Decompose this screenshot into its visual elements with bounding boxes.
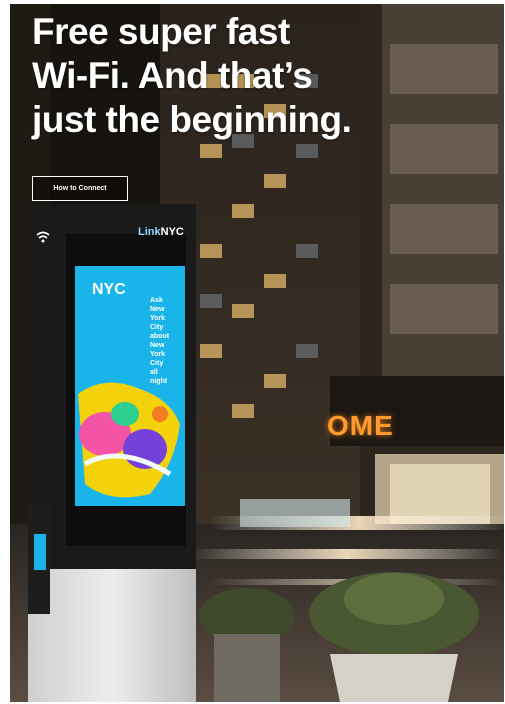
kiosk-brand-suffix: NYC: [160, 226, 184, 238]
hero-banner: Free super fast Wi-Fi. And that’s just t…: [10, 4, 504, 702]
headline-line-3: just the beginning.: [32, 99, 352, 140]
screen-line: City: [150, 360, 164, 367]
storefront-neon-sign: OME: [327, 410, 394, 441]
how-to-connect-button[interactable]: How to Connect: [32, 176, 128, 201]
nyc-logo-text: NYC: [92, 281, 126, 298]
nyc-logo: NYC: [92, 282, 126, 298]
screen-line: City: [150, 324, 164, 331]
kiosk-brand-logo: LinkNYC: [138, 226, 184, 238]
headline: Free super fast Wi-Fi. And that’s just t…: [32, 10, 352, 142]
screen-line: York: [150, 315, 166, 322]
screen-line: Ask: [150, 297, 163, 304]
screen-line: New: [150, 342, 165, 349]
screen-line: all: [150, 369, 158, 376]
headline-line-1: Free super fast: [32, 11, 290, 52]
screen-line: night: [150, 378, 168, 385]
kiosk-brand-prefix: Link: [138, 226, 161, 238]
wifi-icon: [36, 231, 50, 243]
screen-line: York: [150, 351, 166, 358]
screen-line: about: [150, 333, 170, 340]
screen-line: New: [150, 306, 165, 313]
headline-line-2: Wi-Fi. And that’s: [32, 55, 313, 96]
kiosk-screen-message: Ask New York City about New York City al…: [150, 296, 190, 386]
